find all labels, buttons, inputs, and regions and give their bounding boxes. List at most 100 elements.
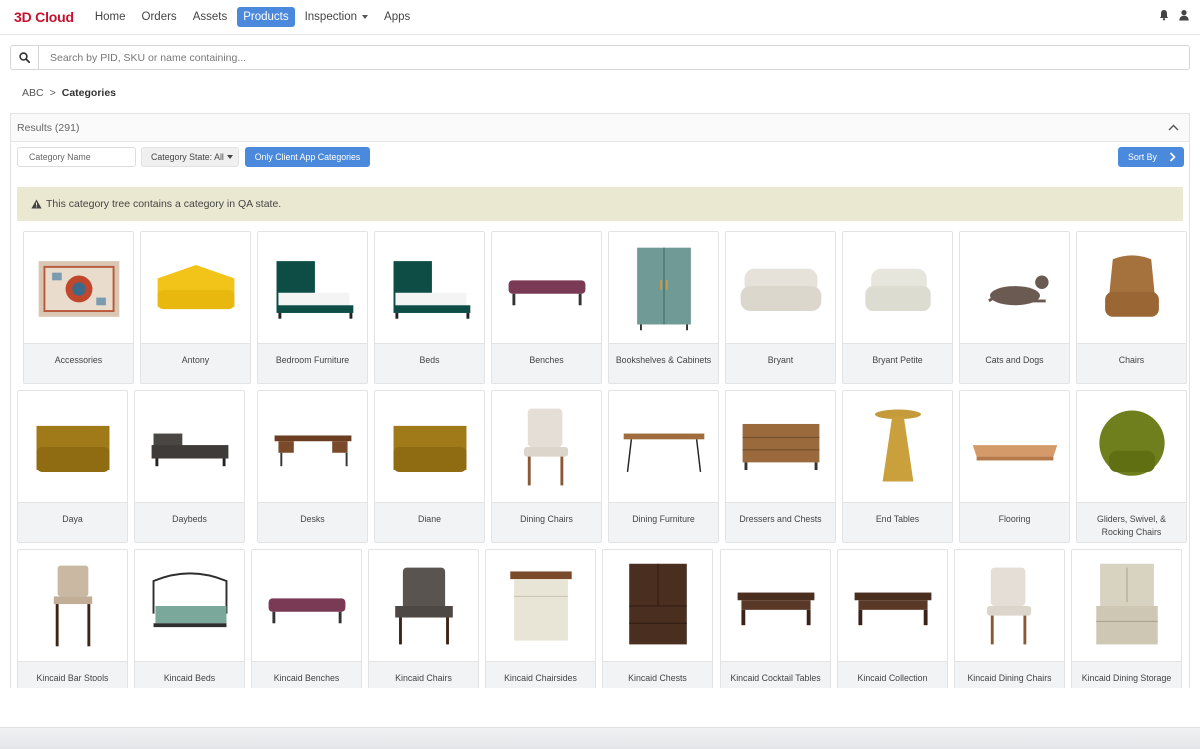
- category-card[interactable]: Kincaid Bar Stools: [17, 549, 128, 688]
- bed-icon: [258, 232, 367, 343]
- category-card[interactable]: End Tables: [842, 390, 953, 543]
- category-card[interactable]: Chairs: [1076, 231, 1187, 384]
- dog-icon: [960, 232, 1069, 343]
- category-label: Bryant: [726, 343, 835, 383]
- arm-chair-icon: [369, 550, 478, 661]
- brand-logo[interactable]: 3D Cloud: [14, 9, 74, 25]
- nav-orders-label: Orders: [141, 11, 177, 23]
- category-name-input[interactable]: Category Name: [17, 147, 136, 167]
- user-icon[interactable]: [1178, 9, 1190, 21]
- nav-home-label: Home: [94, 11, 126, 23]
- category-label: Kincaid Benches: [252, 661, 361, 688]
- category-card[interactable]: Bedroom Furniture: [257, 231, 368, 384]
- category-card[interactable]: Accessories: [23, 231, 134, 384]
- category-label: Benches: [492, 343, 601, 383]
- bar-stool-icon: [18, 550, 127, 661]
- category-label: Bedroom Furniture: [258, 343, 367, 383]
- category-label: Desks: [258, 502, 367, 542]
- nav-orders[interactable]: Orders: [136, 7, 183, 27]
- category-card[interactable]: Kincaid Dining Storage: [1071, 549, 1182, 688]
- results-panel: Results (291) Category Name Category Sta…: [10, 113, 1190, 688]
- coffee-table-icon: [838, 550, 947, 661]
- category-label: Dining Chairs: [492, 502, 601, 542]
- iron-bed-icon: [135, 550, 244, 661]
- category-label: Diane: [375, 502, 484, 542]
- search-input[interactable]: Search by PID, SKU or name containing...: [39, 52, 246, 64]
- category-card[interactable]: Antony: [140, 231, 251, 384]
- corner-sofa-icon: [141, 232, 250, 343]
- category-card[interactable]: Kincaid Beds: [134, 549, 245, 688]
- chevron-up-icon[interactable]: [1168, 124, 1179, 131]
- category-card[interactable]: Cats and Dogs: [959, 231, 1070, 384]
- category-label: Kincaid Chairs: [369, 661, 478, 688]
- sofa-icon: [726, 232, 835, 343]
- category-label: Kincaid Dining Chairs: [955, 661, 1064, 688]
- dresser-icon: [726, 391, 835, 502]
- category-label: Kincaid Bar Stools: [18, 661, 127, 688]
- dining-chair-icon: [955, 550, 1064, 661]
- category-label: Bryant Petite: [843, 343, 952, 383]
- lounge-chair-icon: [1077, 232, 1186, 343]
- category-card[interactable]: Daybeds: [134, 390, 245, 543]
- category-card[interactable]: Dining Furniture: [608, 390, 719, 543]
- nav-products[interactable]: Products: [237, 7, 295, 27]
- category-card[interactable]: Daya: [17, 390, 128, 543]
- category-card[interactable]: Bryant: [725, 231, 836, 384]
- category-card[interactable]: Desks: [257, 390, 368, 543]
- chevron-down-icon: [362, 15, 369, 19]
- category-card[interactable]: Kincaid Dining Chairs: [954, 549, 1065, 688]
- category-card[interactable]: Bookshelves & Cabinets: [608, 231, 719, 384]
- category-card[interactable]: Dressers and Chests: [725, 390, 836, 543]
- category-label: Chairs: [1077, 343, 1186, 383]
- search-button[interactable]: [11, 46, 39, 69]
- category-card[interactable]: Dining Chairs: [491, 390, 602, 543]
- category-label: Daya: [18, 502, 127, 542]
- category-card[interactable]: Flooring: [959, 390, 1070, 543]
- category-label: Cats and Dogs: [960, 343, 1069, 383]
- desk-icon: [258, 391, 367, 502]
- chevron-down-icon: [226, 155, 233, 159]
- alert-text: This category tree contains a category i…: [46, 198, 282, 210]
- category-label: Kincaid Beds: [135, 661, 244, 688]
- swivel-chair-icon: [1077, 391, 1186, 502]
- chevron-right-icon: [1169, 152, 1176, 162]
- category-card[interactable]: Kincaid Chairs: [368, 549, 479, 688]
- top-navbar: 3D Cloud Home Orders Assets Products Ins…: [0, 0, 1200, 35]
- bench-icon: [252, 550, 361, 661]
- results-header[interactable]: Results (291): [11, 114, 1189, 142]
- breadcrumb-root[interactable]: ABC: [22, 87, 44, 99]
- nav-apps[interactable]: Apps: [378, 7, 416, 27]
- category-card[interactable]: Kincaid Chests: [602, 549, 713, 688]
- nav-inspection[interactable]: Inspection: [299, 7, 374, 27]
- category-label: Dining Furniture: [609, 502, 718, 542]
- category-card[interactable]: Beds: [374, 231, 485, 384]
- category-card[interactable]: Diane: [374, 390, 485, 543]
- category-card[interactable]: Kincaid Cocktail Tables: [720, 549, 831, 688]
- category-card[interactable]: Gliders, Swivel, & Rocking Chairs: [1076, 390, 1187, 543]
- category-label: Bookshelves & Cabinets: [609, 343, 718, 383]
- breadcrumb-current: Categories: [61, 87, 117, 99]
- nav-assets[interactable]: Assets: [187, 7, 234, 27]
- daybed-icon: [135, 391, 244, 502]
- category-label: Accessories: [24, 343, 133, 383]
- corner-chair-icon: [375, 391, 484, 502]
- category-state-dropdown[interactable]: Category State: All: [141, 147, 239, 167]
- results-count: Results (291): [17, 121, 80, 134]
- sort-by-button[interactable]: Sort By: [1118, 147, 1184, 167]
- category-label: Dressers and Chests: [726, 502, 835, 542]
- category-card[interactable]: Benches: [491, 231, 602, 384]
- only-client-app-button[interactable]: Only Client App Categories: [245, 147, 370, 167]
- bell-icon[interactable]: [1158, 9, 1170, 21]
- category-card[interactable]: Kincaid Collection: [837, 549, 948, 688]
- category-label: Kincaid Cocktail Tables: [721, 661, 830, 688]
- category-card[interactable]: Kincaid Chairsides: [485, 549, 596, 688]
- category-card[interactable]: Kincaid Benches: [251, 549, 362, 688]
- bed-icon: [375, 232, 484, 343]
- nav-home[interactable]: Home: [89, 7, 132, 27]
- nav-assets-label: Assets: [192, 11, 228, 23]
- footer-bar: [0, 727, 1200, 749]
- category-card[interactable]: Bryant Petite: [842, 231, 953, 384]
- search-bar: Search by PID, SKU or name containing...: [10, 45, 1190, 70]
- category-label: Antony: [141, 343, 250, 383]
- category-label: Kincaid Chests: [603, 661, 712, 688]
